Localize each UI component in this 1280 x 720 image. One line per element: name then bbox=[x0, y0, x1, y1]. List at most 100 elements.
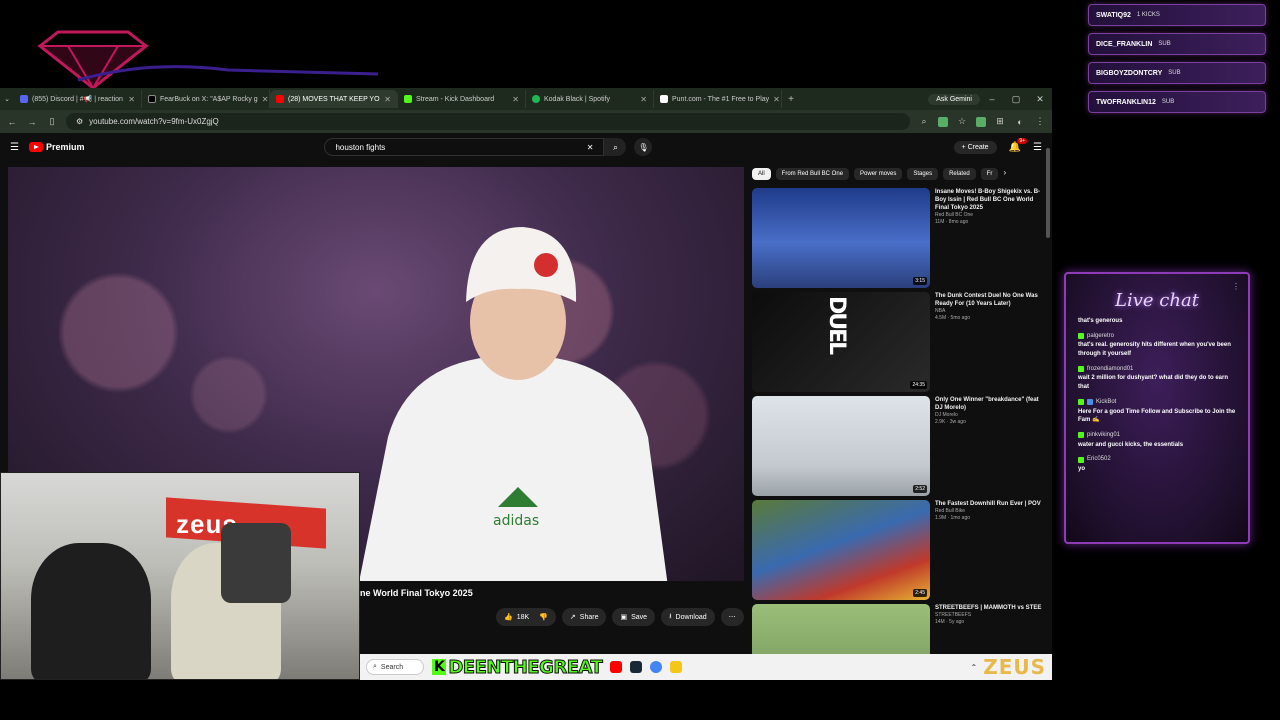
chip-related[interactable]: Related bbox=[943, 168, 976, 180]
ask-gemini-button[interactable]: Ask Gemini bbox=[928, 93, 980, 105]
rec-title[interactable]: Only One Winner "breakdance" (feat DJ Mo… bbox=[935, 396, 1043, 412]
chat-menu-icon[interactable]: ⋮ bbox=[1232, 282, 1240, 291]
scrollbar[interactable] bbox=[1046, 148, 1050, 238]
save-button[interactable]: ▣ Save bbox=[612, 608, 656, 626]
video-title: ne World Final Tokyo 2025 bbox=[360, 588, 473, 598]
event-item: SWATIQ92 1 KICKS bbox=[1088, 4, 1266, 26]
rec-channel[interactable]: Red Bull Bike bbox=[935, 508, 1043, 515]
site-info-icon[interactable]: ⚙ bbox=[76, 117, 83, 126]
rec-stats: 2.9K · 3w ago bbox=[935, 418, 966, 425]
close-icon[interactable]: ✕ bbox=[262, 95, 269, 104]
tab-youtube[interactable]: (28) MOVES THAT KEEP YO ✕ bbox=[270, 90, 398, 108]
rec-title[interactable]: The Dunk Contest Duel No One Was Ready F… bbox=[935, 292, 1043, 308]
new-tab-button[interactable]: + bbox=[782, 94, 800, 105]
tab-kick[interactable]: Stream - Kick Dashboard ✕ bbox=[398, 90, 526, 108]
account-menu-icon[interactable]: ☰ bbox=[1033, 142, 1042, 153]
tab-label: (855) Discord | #📢 | reaction bbox=[32, 96, 123, 103]
search-button[interactable]: ⌕ bbox=[604, 138, 627, 156]
youtube-play-icon bbox=[28, 142, 43, 152]
chat-username[interactable]: palgeretro bbox=[1087, 332, 1114, 341]
rec-channel[interactable]: STREETBEEFS bbox=[935, 612, 1043, 619]
rec-channel[interactable]: Red Bull BC One bbox=[935, 212, 1043, 219]
window-close-button[interactable]: ✕ bbox=[1028, 94, 1052, 105]
chat-text: Here For a good Time Follow and Subscrib… bbox=[1078, 408, 1236, 424]
chip-stages[interactable]: Stages bbox=[907, 168, 939, 180]
close-icon[interactable]: ✕ bbox=[384, 95, 391, 104]
youtube-logo[interactable]: Premium bbox=[28, 142, 84, 152]
chat-message: palgeretro that's real. generosity hits d… bbox=[1078, 332, 1236, 359]
rec-channel[interactable]: DJ Morelo bbox=[935, 412, 1043, 419]
close-icon[interactable]: ✕ bbox=[773, 95, 780, 104]
video-thumbnail[interactable]: 2:52 bbox=[752, 396, 930, 496]
create-button[interactable]: + Create bbox=[953, 140, 997, 154]
list-item[interactable]: 2:52 Only One Winner "breakdance" (feat … bbox=[752, 396, 1044, 500]
chat-username[interactable]: pinkviking01 bbox=[1087, 431, 1120, 440]
search-input[interactable]: houston fights ✕ bbox=[324, 138, 605, 156]
close-icon[interactable]: ✕ bbox=[128, 95, 135, 104]
event-name: SWATIQ92 bbox=[1096, 11, 1131, 19]
extensions-puzzle-icon[interactable]: ⊞ bbox=[994, 116, 1006, 127]
minimize-button[interactable]: – bbox=[980, 94, 1004, 104]
search-icon: ⌕ bbox=[612, 141, 618, 152]
chat-username[interactable]: Eric0502 bbox=[1087, 455, 1111, 464]
kick-badge-icon bbox=[1078, 366, 1084, 373]
chevron-right-icon[interactable]: › bbox=[1003, 168, 1006, 180]
chrome-icon[interactable] bbox=[650, 661, 663, 673]
tab-punt[interactable]: Punt.com - The #1 Free to Play ✕ bbox=[654, 90, 782, 108]
back-icon[interactable]: ← bbox=[6, 117, 18, 127]
chat-message: Eric0502 yo bbox=[1078, 455, 1236, 473]
download-icon: ⭳ bbox=[669, 612, 672, 620]
share-button[interactable]: ↗ Share bbox=[561, 608, 607, 626]
rec-title[interactable]: The Fastest Downhill Run Ever | POV bbox=[935, 500, 1043, 508]
like-button[interactable]: 👍 18K 👎 bbox=[496, 608, 556, 626]
extension-icon[interactable] bbox=[938, 116, 948, 127]
tray-chevron-icon[interactable]: ⌃ bbox=[970, 663, 977, 672]
profile-icon[interactable]: ◐ bbox=[1014, 117, 1026, 127]
youtube-icon[interactable] bbox=[610, 661, 623, 673]
steam-icon[interactable] bbox=[630, 661, 643, 673]
taskbar-search[interactable]: ⌕ Search bbox=[366, 659, 424, 675]
list-item[interactable]: 3:15 Insane Moves! B-Boy Shigekix vs. B-… bbox=[752, 188, 1044, 292]
chip-power-moves[interactable]: Power moves bbox=[854, 168, 903, 180]
video-thumbnail[interactable]: 2:45 bbox=[752, 500, 930, 600]
maximize-button[interactable]: ▢ bbox=[1004, 94, 1028, 105]
url-field[interactable]: ⚙ youtube.com/watch?v=9fm-Ux0ZgjQ bbox=[66, 113, 910, 130]
thumbs-down-icon[interactable]: 👎 bbox=[539, 613, 548, 621]
chip-more[interactable]: Fr bbox=[980, 168, 999, 180]
tab-x[interactable]: FearBuck on X: "A$AP Rocky g ✕ bbox=[142, 90, 270, 108]
folder-icon[interactable] bbox=[670, 661, 683, 673]
tab-search-icon[interactable]: ⌄ bbox=[0, 88, 14, 110]
voice-search-icon[interactable]: 🎙 bbox=[634, 138, 653, 156]
chat-username[interactable]: KickBot bbox=[1096, 398, 1116, 407]
chip-red-bull[interactable]: From Red Bull BC One bbox=[775, 168, 850, 180]
extension-icon[interactable] bbox=[976, 116, 986, 127]
kick-icon bbox=[404, 95, 412, 103]
notifications-bell-icon[interactable]: 🔔 9+ bbox=[1009, 137, 1028, 153]
close-icon[interactable]: ✕ bbox=[640, 95, 647, 104]
bookmark-star-icon[interactable]: ☆ bbox=[956, 116, 968, 127]
close-icon[interactable]: ✕ bbox=[512, 95, 519, 104]
chip-all[interactable]: All bbox=[752, 168, 771, 180]
download-button[interactable]: ⭳ Download bbox=[661, 608, 715, 626]
rec-stats: 1.9M · 1mo ago bbox=[935, 514, 971, 521]
streamer-person bbox=[31, 543, 151, 679]
tab-spotify[interactable]: Kodak Black | Spotify ✕ bbox=[526, 90, 654, 108]
rec-title[interactable]: Insane Moves! B-Boy Shigekix vs. B-Boy I… bbox=[935, 188, 1043, 212]
list-item[interactable]: 2:45 The Fastest Downhill Run Ever | POV… bbox=[752, 500, 1044, 604]
tab-discord[interactable]: (855) Discord | #📢 | reaction ✕ bbox=[14, 90, 142, 108]
chat-username[interactable]: frozendiamond01 bbox=[1087, 365, 1133, 374]
menu-dots-icon[interactable]: ⋮ bbox=[1034, 116, 1046, 127]
chat-text: wait 2 million for dushyant? what did th… bbox=[1078, 375, 1229, 391]
chat-messages: that's generous palgeretro that's real. g… bbox=[1066, 311, 1248, 486]
rec-channel[interactable]: NBA bbox=[935, 308, 1043, 315]
zoom-icon[interactable]: ⌕ bbox=[918, 116, 930, 127]
rec-title[interactable]: STREETBEEFS | MAMMOTH vs STEE bbox=[935, 604, 1043, 612]
sidebar-icon[interactable]: ▯ bbox=[46, 116, 58, 127]
video-thumbnail[interactable]: 3:15 bbox=[752, 188, 930, 288]
list-item[interactable]: DUEL 24:35 The Dunk Contest Duel No One W… bbox=[752, 292, 1044, 396]
more-actions-icon[interactable]: ⋯ bbox=[720, 608, 744, 626]
video-thumbnail[interactable]: DUEL 24:35 bbox=[752, 292, 930, 392]
hamburger-menu-icon[interactable]: ☰ bbox=[10, 142, 19, 153]
forward-icon[interactable]: → bbox=[26, 117, 38, 127]
clear-search-icon[interactable]: ✕ bbox=[587, 143, 594, 152]
